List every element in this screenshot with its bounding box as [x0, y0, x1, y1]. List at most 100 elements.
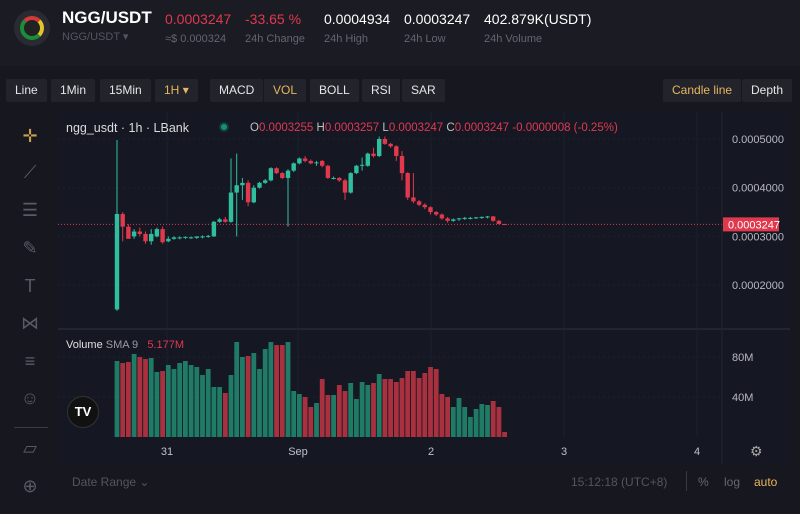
volume-bar [274, 345, 279, 437]
volume-tick: 80M [732, 352, 753, 364]
open-label: O [250, 122, 259, 134]
candle-body [456, 218, 462, 220]
candle-body [388, 143, 393, 147]
candle-body [468, 217, 473, 219]
volume-bar [188, 365, 194, 437]
volume-bar [382, 379, 388, 437]
volume-bar [416, 378, 422, 437]
volume-bar [137, 357, 143, 437]
volume-bar [371, 383, 376, 437]
candle-body [320, 160, 325, 166]
auto-toggle[interactable]: auto [754, 475, 777, 489]
candle-body [177, 237, 182, 239]
candlestick-chart[interactable]: 0.0005000 0.0004000 0.0003000 0.0002000 31 Se… [0, 0, 800, 514]
candle-body [411, 197, 416, 202]
change-value: -0.0000008 (-0.25%) [512, 122, 618, 134]
volume-bar [348, 383, 354, 437]
candle-body [331, 177, 336, 179]
open-value: 0.0003255 [258, 122, 314, 134]
log-toggle[interactable]: log [724, 475, 740, 489]
tradingview-logo[interactable]: TV [67, 396, 99, 428]
candle-body [200, 236, 205, 238]
volume-bar [171, 369, 177, 437]
candle-body [308, 160, 313, 164]
volume-bar [468, 417, 473, 437]
candle-body [314, 162, 319, 164]
candle-body [131, 231, 137, 237]
volume-bar [165, 365, 171, 437]
candle-body [211, 221, 217, 237]
volume-bar [217, 387, 222, 437]
candle-body [342, 180, 348, 193]
volume-bar [445, 397, 450, 437]
bottom-bar: Date Range ⌄ 15:12:18 (UTC+8) % log auto [58, 466, 790, 498]
volume-bar [183, 361, 188, 437]
volume-bar [308, 407, 314, 437]
candle-body [183, 236, 188, 238]
candle-body [462, 217, 467, 219]
candle-body [359, 164, 365, 166]
candle-body [206, 235, 211, 237]
candle-body [382, 139, 388, 144]
last-price-label: 0.0003247 [728, 219, 780, 231]
volume-bar [462, 407, 468, 437]
volume-bar [194, 367, 200, 437]
volume-bar [143, 359, 148, 437]
time-tick: 2 [428, 446, 434, 458]
time-tick: 31 [161, 446, 173, 458]
candle-body [245, 182, 251, 203]
candle-body [325, 165, 331, 178]
volume-bar [393, 382, 399, 437]
candle-body [223, 219, 228, 222]
settings-icon[interactable]: ⚙ [750, 443, 763, 460]
candle-body [451, 219, 456, 221]
volume-bar [234, 342, 240, 437]
candle-body [422, 204, 427, 208]
volume-bar [114, 361, 120, 437]
volume-bar [131, 354, 137, 437]
volume-bar [388, 379, 393, 437]
volume-bar [325, 395, 331, 437]
volume-bar [228, 375, 234, 437]
volume-bar [222, 393, 228, 437]
chart-symbol: ngg_usdt · 1h · LBank [66, 121, 189, 135]
volume-bar [205, 369, 211, 437]
candle-body [371, 153, 376, 157]
candle-body [337, 177, 342, 181]
volume-bar [485, 405, 490, 437]
volume-bar [302, 397, 308, 437]
candle-body [251, 187, 256, 203]
volume-bar [160, 371, 165, 437]
sma-value: 5.177M [147, 339, 185, 351]
volume-bar [399, 378, 405, 437]
volume-bar [126, 362, 131, 437]
candle-body [240, 182, 245, 186]
volume-bar [285, 342, 291, 437]
volume-bar [496, 407, 502, 437]
high-value: 0.0003257 [324, 122, 380, 134]
volume-bar [314, 403, 319, 437]
volume-bar [354, 399, 359, 437]
candle-body [137, 231, 142, 234]
volume-bar [490, 401, 496, 437]
volume-label: Volume [66, 339, 103, 351]
candle-body [149, 233, 154, 242]
volume-bar [433, 369, 439, 437]
candle-body [428, 207, 433, 213]
candle-body [291, 163, 296, 171]
date-range-dropdown[interactable]: Date Range ⌄ [72, 475, 149, 489]
candle-body [416, 201, 422, 205]
volume-bar [473, 409, 479, 437]
status-dot [219, 122, 229, 132]
volume-bar [456, 398, 462, 437]
volume-bar [365, 385, 371, 437]
candle-body [280, 173, 285, 178]
candle-body [285, 170, 291, 178]
volume-bar [422, 373, 428, 437]
candle-body [439, 214, 445, 219]
volume-bar [342, 391, 348, 437]
candle-body [502, 223, 507, 225]
volume-bar [428, 367, 433, 437]
candle-body [194, 236, 199, 238]
percent-toggle[interactable]: % [698, 475, 709, 489]
